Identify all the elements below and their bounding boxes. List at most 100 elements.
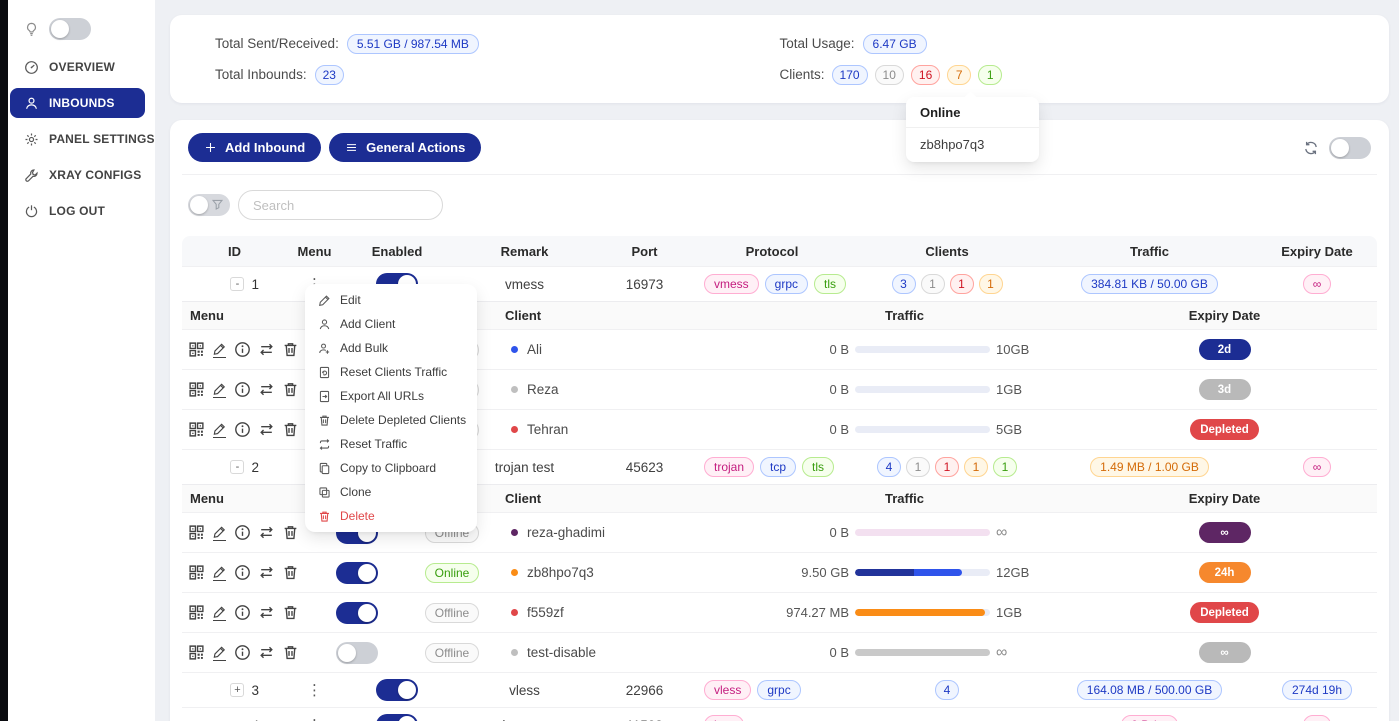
expiry-badge: ∞ bbox=[1303, 457, 1332, 477]
edit-client-icon[interactable] bbox=[212, 565, 227, 581]
edit-client-icon[interactable] bbox=[212, 605, 227, 621]
expiry-badge: ∞ bbox=[1303, 715, 1332, 721]
delete-client-icon[interactable] bbox=[282, 604, 299, 621]
search-input[interactable] bbox=[238, 190, 443, 220]
reset-traffic-icon[interactable] bbox=[258, 524, 275, 541]
clients-online-badge[interactable]: 1 bbox=[978, 65, 1002, 85]
reset-traffic-icon[interactable] bbox=[258, 564, 275, 581]
menu-item-reset-traffic[interactable]: Reset Traffic bbox=[305, 432, 477, 456]
refresh-icon[interactable] bbox=[1303, 140, 1319, 156]
menu-item-add-bulk[interactable]: Add Bulk bbox=[305, 336, 477, 360]
edit-client-icon[interactable] bbox=[212, 342, 227, 358]
expiry-pill: Depleted bbox=[1190, 602, 1259, 623]
total-sent-received-badge: 5.51 GB / 987.54 MB bbox=[347, 34, 479, 54]
theme-toggle[interactable] bbox=[49, 18, 91, 40]
clients-count-badge[interactable]: 1 bbox=[964, 457, 988, 477]
menu-item-add-client[interactable]: Add Client bbox=[305, 312, 477, 336]
collapse-toggle[interactable]: - bbox=[230, 460, 244, 474]
wrench-icon bbox=[24, 168, 39, 183]
reset-traffic-icon[interactable] bbox=[258, 381, 275, 398]
auto-refresh-toggle[interactable] bbox=[1329, 137, 1371, 159]
delete-client-icon[interactable] bbox=[282, 381, 299, 398]
reset-traffic-icon[interactable] bbox=[258, 604, 275, 621]
clients-gray-badge[interactable]: 10 bbox=[875, 65, 904, 85]
clients-count-badge[interactable]: 1 bbox=[921, 274, 945, 294]
qrcode-icon[interactable] bbox=[188, 564, 205, 581]
clients-count-badge[interactable]: 1 bbox=[993, 457, 1017, 477]
menu-item-edit[interactable]: Edit bbox=[305, 288, 477, 312]
info-icon[interactable] bbox=[234, 381, 251, 398]
clients-count-badge[interactable]: 1 bbox=[950, 274, 974, 294]
menu-item-delete-depleted-clients[interactable]: Delete Depleted Clients bbox=[305, 408, 477, 432]
collapse-toggle[interactable]: - bbox=[230, 277, 244, 291]
reset-traffic-icon[interactable] bbox=[258, 421, 275, 438]
online-clients-popover: Online zb8hpo7q3 bbox=[906, 97, 1039, 162]
tls-tag: tls bbox=[814, 274, 846, 294]
client-enabled-toggle[interactable] bbox=[336, 562, 378, 584]
qrcode-icon[interactable] bbox=[188, 381, 205, 398]
expand-toggle[interactable]: + bbox=[230, 683, 244, 697]
general-actions-button[interactable]: General Actions bbox=[329, 133, 481, 162]
export-urls-icon bbox=[318, 390, 331, 403]
reset-traffic-icon[interactable] bbox=[258, 644, 275, 661]
qrcode-icon[interactable] bbox=[188, 341, 205, 358]
sidebar-item-panel-settings[interactable]: PANEL SETTINGS bbox=[0, 124, 145, 154]
sidebar-item-logout[interactable]: LOG OUT bbox=[0, 196, 145, 226]
theme-bulb-icon bbox=[24, 22, 39, 37]
clients-depleted-badge[interactable]: 16 bbox=[911, 65, 940, 85]
delete-client-icon[interactable] bbox=[282, 564, 299, 581]
delete-client-icon[interactable] bbox=[282, 421, 299, 438]
info-icon[interactable] bbox=[234, 341, 251, 358]
edit-client-icon[interactable] bbox=[212, 525, 227, 541]
enabled-toggle[interactable] bbox=[376, 714, 418, 721]
edit-icon bbox=[318, 294, 331, 307]
menu-item-copy-to-clipboard[interactable]: Copy to Clipboard bbox=[305, 456, 477, 480]
qrcode-icon[interactable] bbox=[188, 604, 205, 621]
info-icon[interactable] bbox=[234, 564, 251, 581]
expiry-pill: ∞ bbox=[1199, 642, 1251, 663]
row-menu-button[interactable]: ⋮ bbox=[307, 683, 322, 698]
sidebar-item-inbounds[interactable]: INBOUNDS bbox=[10, 88, 145, 118]
qrcode-icon[interactable] bbox=[188, 644, 205, 661]
clients-count-badge[interactable]: 4 bbox=[935, 680, 959, 700]
client-enabled-toggle[interactable] bbox=[336, 602, 378, 624]
delete-client-icon[interactable] bbox=[282, 341, 299, 358]
sidebar-item-xray-configs[interactable]: XRAY CONFIGS bbox=[0, 160, 145, 190]
stat-label: Total Inbounds: bbox=[215, 67, 307, 82]
clients-count-badge[interactable]: 1 bbox=[935, 457, 959, 477]
edit-client-icon[interactable] bbox=[212, 382, 227, 398]
info-icon[interactable] bbox=[234, 644, 251, 661]
traffic-used: 9.50 GB bbox=[777, 565, 849, 580]
qrcode-icon[interactable] bbox=[188, 524, 205, 541]
delete-client-icon[interactable] bbox=[282, 524, 299, 541]
menu-item-clone[interactable]: Clone bbox=[305, 480, 477, 504]
edit-client-icon[interactable] bbox=[212, 645, 227, 661]
sidebar-item-overview[interactable]: OVERVIEW bbox=[0, 52, 145, 82]
traffic-badge: 164.08 MB / 500.00 GB bbox=[1077, 680, 1222, 700]
clients-expiring-badge[interactable]: 7 bbox=[947, 65, 971, 85]
client-enabled-toggle[interactable] bbox=[336, 642, 378, 664]
menu-item-export-all-urls[interactable]: Export All URLs bbox=[305, 384, 477, 408]
sidebar-item-label: OVERVIEW bbox=[49, 60, 115, 74]
edit-client-icon[interactable] bbox=[212, 422, 227, 438]
row-menu-button[interactable]: ⋮ bbox=[307, 718, 322, 721]
qrcode-icon[interactable] bbox=[188, 421, 205, 438]
clients-total-badge[interactable]: 170 bbox=[832, 65, 868, 85]
menu-item-reset-clients-traffic[interactable]: Reset Clients Traffic bbox=[305, 360, 477, 384]
info-icon[interactable] bbox=[234, 604, 251, 621]
add-inbound-button[interactable]: Add Inbound bbox=[188, 133, 321, 162]
expiry-pill: 24h bbox=[1199, 562, 1251, 583]
filter-toggle[interactable] bbox=[188, 194, 230, 216]
info-icon[interactable] bbox=[234, 524, 251, 541]
enabled-toggle[interactable] bbox=[376, 679, 418, 701]
clients-count-badge[interactable]: 4 bbox=[877, 457, 901, 477]
reset-traffic-icon[interactable] bbox=[258, 341, 275, 358]
clients-count-badge[interactable]: 1 bbox=[979, 274, 1003, 294]
expiry-pill: 3d bbox=[1199, 379, 1251, 400]
clients-count-badge[interactable]: 3 bbox=[892, 274, 916, 294]
expiry-badge: ∞ bbox=[1303, 274, 1332, 294]
clients-count-badge[interactable]: 1 bbox=[906, 457, 930, 477]
info-icon[interactable] bbox=[234, 421, 251, 438]
delete-client-icon[interactable] bbox=[282, 644, 299, 661]
menu-item-delete[interactable]: Delete bbox=[305, 504, 477, 528]
